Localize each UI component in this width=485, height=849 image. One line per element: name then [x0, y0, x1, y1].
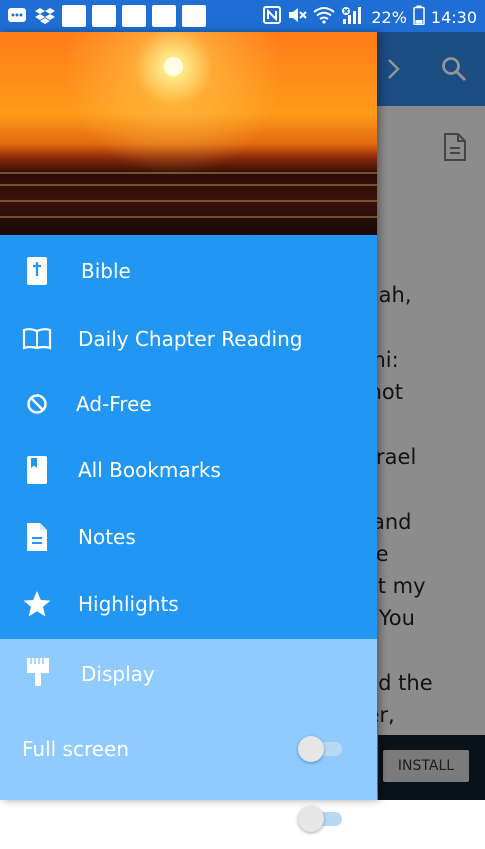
message-icon	[6, 5, 28, 27]
menu-item-bible[interactable]: Bible	[0, 238, 377, 304]
dropbox-icon	[34, 5, 56, 27]
battery-icon	[413, 5, 425, 29]
mute-icon	[287, 6, 308, 28]
full-screen-toggle[interactable]	[298, 736, 342, 762]
menu-item-label: All Bookmarks	[78, 458, 221, 482]
drawer-header-image	[0, 32, 377, 235]
notification-icon	[152, 5, 176, 27]
setting-row[interactable]	[0, 789, 377, 849]
menu-item-label: Bible	[81, 259, 131, 283]
drawer-menu: Bible Daily Chapter Reading Ad-Free All …	[0, 235, 377, 639]
block-icon	[22, 389, 52, 419]
wifi-icon	[313, 6, 335, 28]
notification-icon	[92, 5, 116, 27]
setting-label: Full screen	[22, 737, 130, 761]
nfc-icon	[263, 6, 282, 28]
menu-item-highlights[interactable]: Highlights	[0, 571, 377, 637]
menu-item-label: Display	[81, 662, 155, 686]
signal-icon	[341, 5, 365, 29]
drawer-settings: Display Full screen	[0, 639, 377, 832]
navigation-drawer: Bible Daily Chapter Reading Ad-Free All …	[0, 32, 377, 832]
notification-icon	[62, 5, 86, 27]
menu-item-daily-chapter-reading[interactable]: Daily Chapter Reading	[0, 306, 377, 372]
menu-item-label: Notes	[78, 525, 136, 549]
setting-full-screen[interactable]: Full screen	[0, 719, 377, 779]
menu-item-display[interactable]: Display	[0, 639, 377, 709]
menu-item-ad-free[interactable]: Ad-Free	[0, 371, 377, 437]
notification-icon	[122, 5, 146, 27]
open-book-icon	[22, 324, 52, 354]
menu-item-all-bookmarks[interactable]: All Bookmarks	[0, 437, 377, 503]
setting-toggle[interactable]	[298, 806, 342, 832]
battery-percent: 22%	[371, 7, 407, 27]
star-icon	[22, 589, 52, 619]
brush-icon	[22, 656, 54, 692]
bookmark-icon	[22, 455, 52, 485]
bible-icon	[22, 256, 52, 286]
status-time: 14:30	[430, 7, 477, 27]
menu-item-label: Ad-Free	[76, 392, 152, 416]
menu-item-label: Daily Chapter Reading	[78, 327, 303, 351]
menu-item-notes[interactable]: Notes	[0, 504, 377, 570]
note-icon	[22, 522, 52, 552]
status-bar: 22% 14:30	[0, 0, 485, 32]
menu-item-label: Highlights	[78, 592, 179, 616]
notification-icon	[182, 5, 206, 27]
